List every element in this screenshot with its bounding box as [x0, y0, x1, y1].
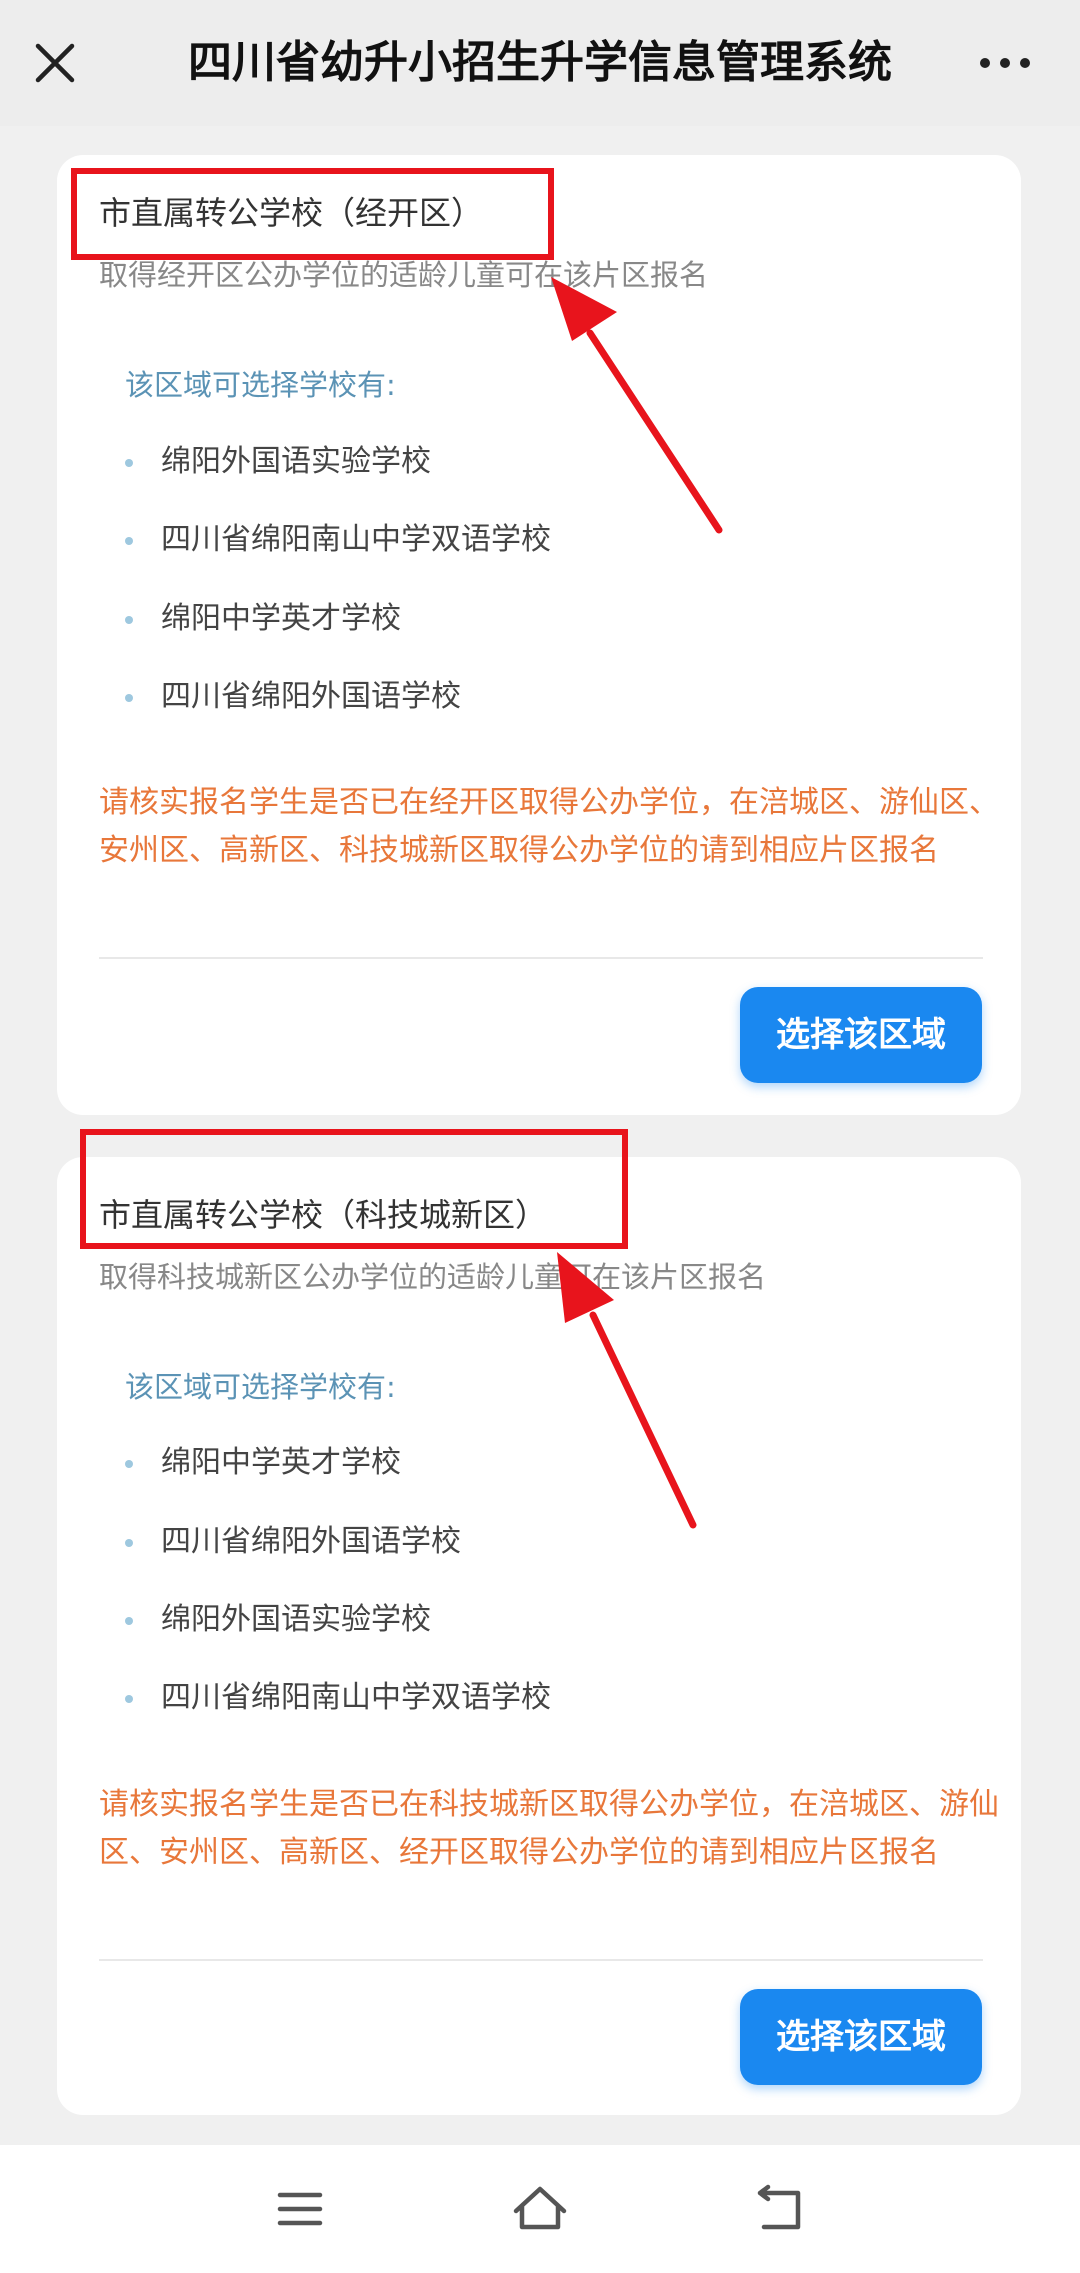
- menu-icon[interactable]: [270, 2179, 330, 2239]
- home-icon[interactable]: [510, 2179, 570, 2239]
- annotation-arrows: [551, 277, 723, 1529]
- system-nav-bar: [0, 2145, 1080, 2273]
- annotation-arrow: [557, 1252, 697, 1529]
- back-icon[interactable]: [750, 2179, 810, 2239]
- annotation-arrow: [551, 277, 723, 534]
